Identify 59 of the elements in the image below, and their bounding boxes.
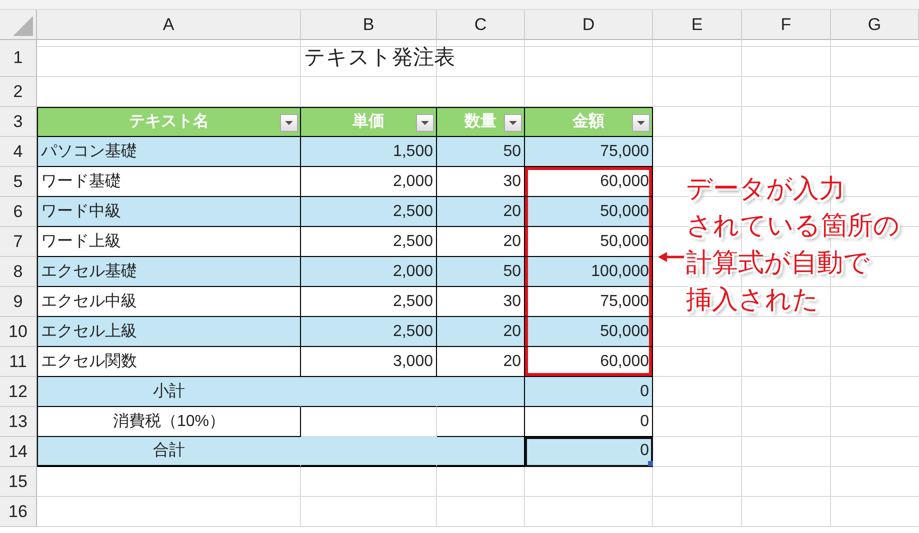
column-header[interactable]: F [742,10,831,40]
column-header[interactable]: A [37,10,301,40]
column-heading: 数量 [437,107,525,137]
table-cell: 合計 [37,437,301,467]
table-cell: ワード中級 [37,197,301,227]
table-cell: 20 [437,317,525,347]
table-cell: 2,500 [301,317,437,347]
column-header[interactable]: C [437,10,525,40]
row-header[interactable]: 14 [0,437,37,467]
row-header[interactable]: 1 [0,40,37,77]
table-cell: エクセル上級 [37,317,301,347]
fill-handle[interactable] [648,461,653,466]
table-cell: 1,500 [301,137,437,167]
row-header[interactable]: 3 [0,107,37,137]
table-cell: 50,000 [525,227,653,257]
table-cell: パソコン基礎 [37,137,301,167]
table-cell: 100,000 [525,257,653,287]
table-cell: 2,000 [301,257,437,287]
column-header[interactable]: G [831,10,919,40]
table-cell: 0 [525,437,653,467]
row-header[interactable]: 16 [0,497,37,527]
table-cell: 50 [437,257,525,287]
table-cell: 小計 [37,377,301,407]
column-header[interactable]: D [525,10,653,40]
table-cell: 75,000 [525,287,653,317]
table-cell: 50 [437,137,525,167]
row-header[interactable]: 11 [0,347,37,377]
sheet-title: テキスト発注表 [301,40,653,77]
row-header[interactable]: 5 [0,167,37,197]
row-header[interactable]: 15 [0,467,37,497]
row-header[interactable]: 7 [0,227,37,257]
row-header[interactable]: 4 [0,137,37,167]
column-heading: 単価 [301,107,437,137]
column-header[interactable]: E [653,10,742,40]
table-cell: 0 [525,377,653,407]
table-cell: 2,500 [301,197,437,227]
row-header[interactable]: 10 [0,317,37,347]
row-header[interactable]: 9 [0,287,37,317]
row-header[interactable]: 8 [0,257,37,287]
table-cell: 20 [437,197,525,227]
filter-button[interactable] [504,114,522,132]
arrow-icon [658,251,684,263]
table-cell: 50,000 [525,197,653,227]
column-header[interactable]: B [301,10,437,40]
column-heading: テキスト名 [37,107,301,137]
row-header[interactable]: 12 [0,377,37,407]
table-cell: 60,000 [525,347,653,377]
column-heading: 金額 [525,107,653,137]
table-cell: 75,000 [525,137,653,167]
filter-button[interactable] [416,114,434,132]
row-header[interactable]: 6 [0,197,37,227]
table-cell: 60,000 [525,167,653,197]
row-header[interactable]: 13 [0,407,37,437]
row-header[interactable]: 2 [0,77,37,107]
table-cell: エクセル基礎 [37,257,301,287]
callout-text: データが入力 されている箇所の 計算式が自動で 挿入された [686,172,900,316]
filter-button[interactable] [280,114,298,132]
filter-button[interactable] [632,114,650,132]
table-cell: 50,000 [525,317,653,347]
